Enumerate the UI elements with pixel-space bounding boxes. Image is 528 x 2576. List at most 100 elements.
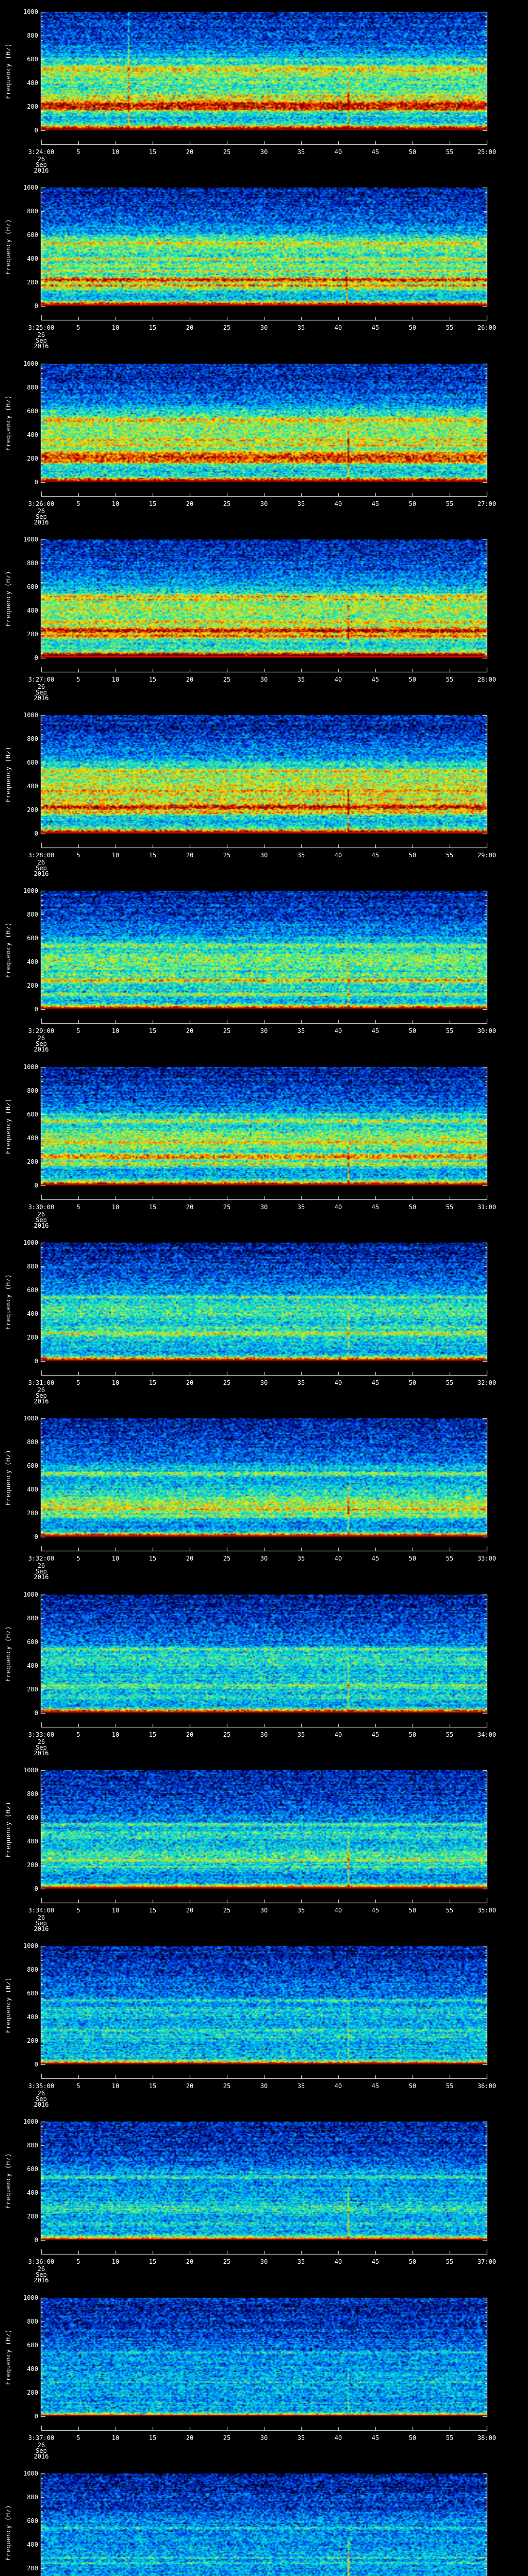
x-tick-label: 45 (371, 2082, 380, 2090)
y-tick-label: 400 (27, 783, 38, 790)
x-tick-label: 30 (260, 500, 268, 507)
x-tick-label: 50 (408, 1379, 417, 1386)
x-tick-label: 5 (76, 676, 80, 683)
spectrogram-panel: Frequency (Hz) 1000 800 600 400 200 0 3:25:00 5 1… (0, 176, 528, 352)
y-tick-label: 0 (34, 830, 38, 837)
x-tick-label: 5 (76, 1379, 80, 1386)
x-tick-label: 45 (371, 148, 380, 156)
y-tick-label: 400 (27, 2365, 38, 2372)
y-tick-label: 1000 (23, 184, 38, 191)
y-tick-label: 800 (27, 1615, 38, 1622)
x-tick-label: 55 (446, 1379, 454, 1386)
y-tick-label: 600 (27, 231, 38, 239)
y-tick-label: 600 (27, 2342, 38, 2349)
x-tick-label: 55 (446, 676, 454, 683)
x-tick-label: 40 (334, 500, 342, 507)
y-tick-label: 400 (27, 2013, 38, 2021)
x-tick-label: 20 (186, 676, 194, 683)
x-tick-label: 25 (223, 324, 231, 331)
y-tick-label: 400 (27, 431, 38, 438)
y-axis-label: Frequency (Hz) (5, 1449, 12, 1506)
y-tick-label: 0 (34, 1709, 38, 1717)
x-tick-label: 50 (408, 500, 417, 507)
x-end-time-label: 38:00 (477, 2434, 497, 2442)
x-tick-label: 50 (408, 1027, 417, 1035)
x-tick-label: 45 (371, 2258, 380, 2265)
x-tick-label: 15 (148, 676, 157, 683)
x-tick-label: 55 (446, 500, 454, 507)
x-tick-label: 5 (76, 2082, 80, 2090)
x-tick-label: 25 (223, 852, 231, 859)
x-tick-label: 30 (260, 1027, 268, 1035)
x-tick-label: 15 (148, 148, 157, 156)
y-axis-label: Frequency (Hz) (5, 1625, 12, 1682)
x-tick-label: 15 (148, 2082, 157, 2090)
x-tick-label: 25 (223, 676, 231, 683)
y-tick-label: 200 (27, 455, 38, 462)
x-tick-label: 45 (371, 1027, 380, 1035)
x-tick-label: 10 (111, 1907, 120, 1914)
y-tick-label: 600 (27, 583, 38, 590)
x-tick-label: 25 (223, 1027, 231, 1035)
date-line: 2016 (34, 1046, 49, 1053)
y-tick-label: 1000 (23, 1767, 38, 1774)
x-tick-label: 25 (223, 1907, 231, 1914)
x-tick-label: 50 (408, 1204, 417, 1211)
y-axis-label: Frequency (Hz) (5, 1801, 12, 1858)
x-tick-label: 25 (223, 500, 231, 507)
x-start-time-label: 3:27:00 (28, 676, 55, 683)
x-tick-label: 5 (76, 148, 80, 156)
date-line: 2016 (34, 2101, 49, 2108)
spectrogram-panel: Frequency (Hz) 1000 800 600 400 200 0 3:35:00 5 1… (0, 1934, 528, 2110)
y-tick-label: 0 (34, 2061, 38, 2068)
y-tick-label: 200 (27, 1686, 38, 1693)
x-tick-label: 5 (76, 1907, 80, 1914)
y-tick-label: 400 (27, 2541, 38, 2548)
x-start-time-label: 3:25:00 (28, 324, 55, 331)
x-tick-label: 10 (111, 676, 120, 683)
y-tick-label: 1000 (23, 536, 38, 543)
x-tick-label: 45 (371, 1204, 380, 1211)
x-tick-label: 10 (111, 2434, 120, 2442)
y-tick-label: 0 (34, 1885, 38, 1892)
y-tick-label: 200 (27, 2213, 38, 2220)
spectrogram-panel: Frequency (Hz) 1000 800 600 400 200 0 3:24:00 5 1… (0, 0, 528, 176)
y-tick-label: 0 (34, 2236, 38, 2244)
x-tick-label: 50 (408, 148, 417, 156)
x-tick-label: 5 (76, 1731, 80, 1738)
y-tick-label: 400 (27, 607, 38, 614)
y-tick-label: 800 (27, 2318, 38, 2325)
date-line: 2016 (34, 1573, 49, 1581)
x-tick-label: 35 (297, 852, 305, 859)
x-tick-label: 10 (111, 2082, 120, 2090)
y-tick-label: 800 (27, 32, 38, 39)
x-start-time-label: 3:26:00 (28, 500, 55, 507)
x-tick-label: 5 (76, 1204, 80, 1211)
x-tick-label: 55 (446, 1731, 454, 1738)
x-tick-label: 40 (334, 1731, 342, 1738)
y-tick-label: 400 (27, 1310, 38, 1317)
y-tick-label: 600 (27, 1111, 38, 1118)
x-end-time-label: 33:00 (477, 1555, 497, 1562)
x-tick-label: 40 (334, 2082, 342, 2090)
x-tick-label: 35 (297, 2434, 305, 2442)
y-tick-label: 400 (27, 1662, 38, 1669)
y-axis-label: Frequency (Hz) (5, 1274, 12, 1330)
x-tick-label: 50 (408, 852, 417, 859)
date-line: 2016 (34, 1222, 49, 1229)
x-tick-label: 55 (446, 1907, 454, 1914)
x-tick-label: 35 (297, 1379, 305, 1386)
x-start-time-label: 3:28:00 (28, 852, 55, 859)
x-tick-label: 5 (76, 2258, 80, 2265)
y-tick-label: 600 (27, 935, 38, 942)
x-tick-label: 35 (297, 1027, 305, 1035)
spectrogram-panel: Frequency (Hz) 1000 800 600 400 200 0 3:26:00 5 1… (0, 352, 528, 528)
x-tick-label: 5 (76, 324, 80, 331)
x-tick-label: 40 (334, 2258, 342, 2265)
y-tick-label: 800 (27, 1790, 38, 1798)
y-axis-label: Frequency (Hz) (5, 922, 12, 978)
x-tick-label: 55 (446, 148, 454, 156)
x-tick-label: 40 (334, 324, 342, 331)
x-tick-label: 50 (408, 2434, 417, 2442)
y-tick-label: 400 (27, 255, 38, 262)
